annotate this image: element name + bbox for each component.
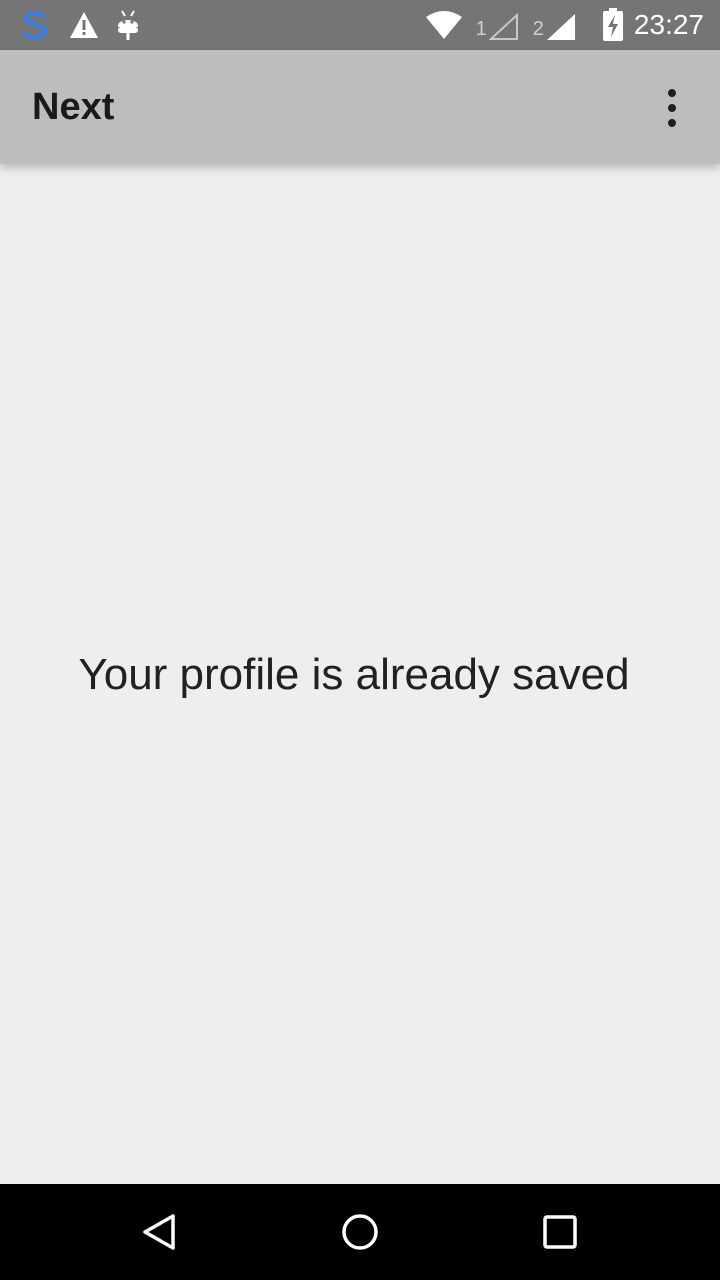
home-icon: [342, 1214, 378, 1250]
home-button[interactable]: [330, 1202, 390, 1262]
back-icon: [143, 1214, 175, 1250]
navigation-bar: [0, 1184, 720, 1280]
app-bar: Next: [0, 50, 720, 164]
system-icons: 1 2 23:27: [425, 0, 704, 50]
wifi-icon: [425, 11, 462, 39]
sim1-signal: 1: [476, 9, 519, 41]
more-vert-icon: [668, 89, 676, 97]
notification-icons: [18, 8, 140, 42]
more-vert-icon-dot: [668, 104, 676, 112]
back-button[interactable]: [130, 1202, 190, 1262]
sim2-label: 2: [532, 18, 544, 40]
more-vert-icon-dot: [668, 119, 676, 127]
profile-saved-message: Your profile is already saved: [78, 650, 630, 699]
more-options-button[interactable]: [648, 84, 696, 132]
sim1-label: 1: [475, 18, 487, 40]
warning-icon: [68, 10, 100, 40]
status-time: 23:27: [633, 9, 704, 40]
sim2-signal: 2: [533, 9, 576, 41]
status-bar: 1 2 23:27: [0, 0, 720, 50]
recents-icon: [543, 1215, 577, 1249]
recents-button[interactable]: [530, 1202, 590, 1262]
main-content: Your profile is already saved: [0, 164, 720, 1184]
android-debug-icon: [116, 9, 140, 41]
signal-empty-icon: [488, 13, 518, 40]
page-title: Next: [32, 86, 115, 128]
signal-full-icon: [546, 14, 575, 40]
s-app-icon: [18, 8, 52, 42]
battery-charging-icon: [602, 8, 624, 42]
